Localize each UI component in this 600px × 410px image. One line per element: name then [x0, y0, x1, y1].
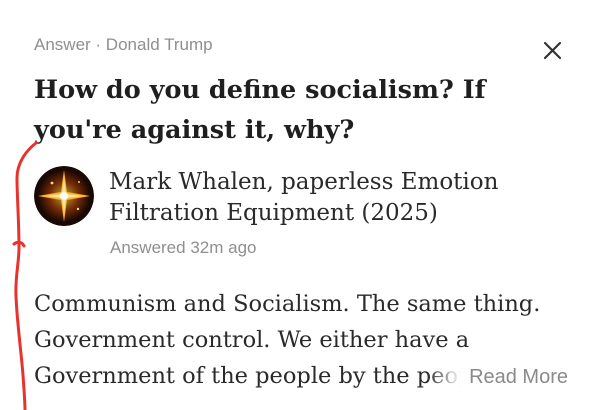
- author-name[interactable]: Mark Whalen, paperless Emotion Filtratio…: [109, 167, 559, 229]
- question-title[interactable]: How do you define socialism? If you're a…: [34, 70, 554, 150]
- close-button[interactable]: [537, 35, 567, 65]
- author-row: Mark Whalen, paperless Emotion Filtratio…: [34, 165, 574, 265]
- read-more-link[interactable]: Read More: [469, 366, 568, 388]
- answered-timestamp[interactable]: Answered 32m ago: [110, 238, 256, 258]
- answer-line: Government control. We either have a: [34, 327, 470, 353]
- card-header: Answer · Donald Trump: [34, 35, 514, 59]
- close-icon: [543, 41, 562, 60]
- answer-line-truncated: Government of the people by the people R…: [34, 358, 574, 394]
- answer-card: Answer · Donald Trump How do you define …: [0, 0, 600, 410]
- answer-line: Communism and Socialism. The same thing.: [34, 291, 541, 317]
- answer-body[interactable]: Communism and Socialism. The same thing.…: [34, 286, 574, 394]
- answer-line: Government of the people by the people: [34, 363, 493, 389]
- header-separator: ·: [90, 35, 106, 54]
- header-topic-link[interactable]: Donald Trump: [106, 35, 213, 54]
- starburst-avatar-icon: [34, 166, 94, 226]
- header-label: Answer: [34, 35, 91, 54]
- avatar[interactable]: [34, 166, 94, 226]
- read-more-fade: Read More: [427, 358, 568, 394]
